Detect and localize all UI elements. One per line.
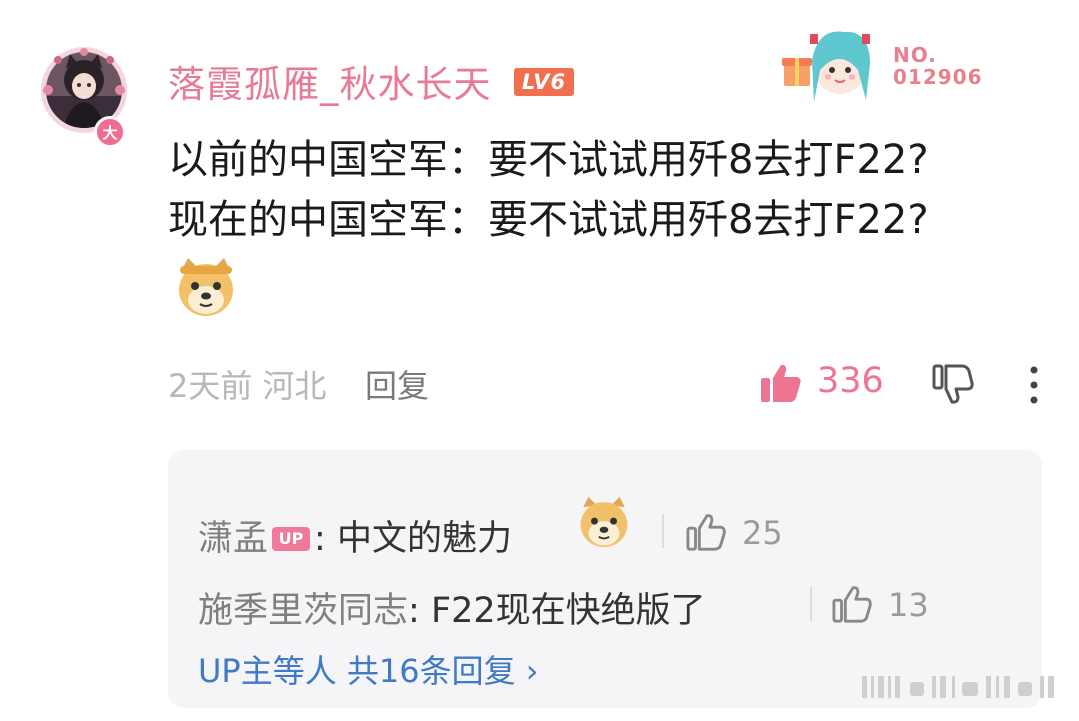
comment-page: 大 落霞孤雁_秋水长天 LV6 NO. 012906 以前的中国空军：要不试试用…	[0, 0, 1079, 721]
reply-divider	[662, 514, 664, 548]
reply-author[interactable]: 施季里茨同志	[198, 591, 408, 631]
avatar-badge: 大	[94, 116, 126, 148]
more-options-icon[interactable]	[1028, 366, 1040, 404]
like-count: 336	[817, 361, 884, 401]
avatar-container[interactable]: 大	[36, 46, 132, 148]
reply-author[interactable]: 潇孟	[198, 519, 268, 559]
up-badge: UP	[272, 527, 311, 551]
doge-icon	[580, 496, 628, 548]
username[interactable]: 落霞孤雁_秋水长天	[168, 54, 492, 108]
dislike-icon[interactable]	[932, 363, 974, 405]
reply-like-count: 25	[742, 514, 783, 552]
reply-like-count: 13	[888, 586, 929, 624]
reply-separator: :	[314, 519, 326, 559]
like-icon[interactable]	[760, 363, 802, 403]
comment-line-1: 以前的中国空军：要不试试用歼8去打F22?	[168, 137, 929, 183]
reply-button[interactable]: 回复	[365, 361, 429, 407]
comment-line-2: 现在的中国空军：要不试试用歼8去打F22?	[168, 197, 929, 243]
comment-body: 以前的中国空军：要不试试用歼8去打F22? 现在的中国空军：要不试试用歼8去打F…	[168, 130, 929, 250]
reply-divider	[810, 587, 812, 621]
replies-panel: 潇孟 UP: 中文的魅力 25 施季里茨同志: F22现在快绝版了 13 UP主…	[168, 450, 1042, 708]
reply-text: F22现在快绝版了	[419, 591, 706, 631]
reply-item[interactable]: 施季里茨同志: F22现在快绝版了	[198, 582, 706, 633]
doge-icon	[179, 258, 233, 316]
watermark-icon	[862, 676, 1054, 698]
fan-card-decoration-icon[interactable]	[778, 20, 888, 110]
reply-item[interactable]: 潇孟 UP: 中文的魅力	[198, 510, 512, 561]
reply-text: 中文的魅力	[325, 519, 512, 559]
reply-like-icon[interactable]	[832, 584, 872, 624]
level-badge: LV6	[514, 68, 574, 96]
reply-like-icon[interactable]	[686, 512, 726, 552]
fan-card-number: NO. 012906	[893, 43, 983, 89]
view-more-replies-link[interactable]: UP主等人 共16条回复 ›	[198, 646, 539, 692]
comment-time-location: 2天前 河北	[168, 367, 327, 405]
reply-separator: :	[408, 591, 420, 631]
